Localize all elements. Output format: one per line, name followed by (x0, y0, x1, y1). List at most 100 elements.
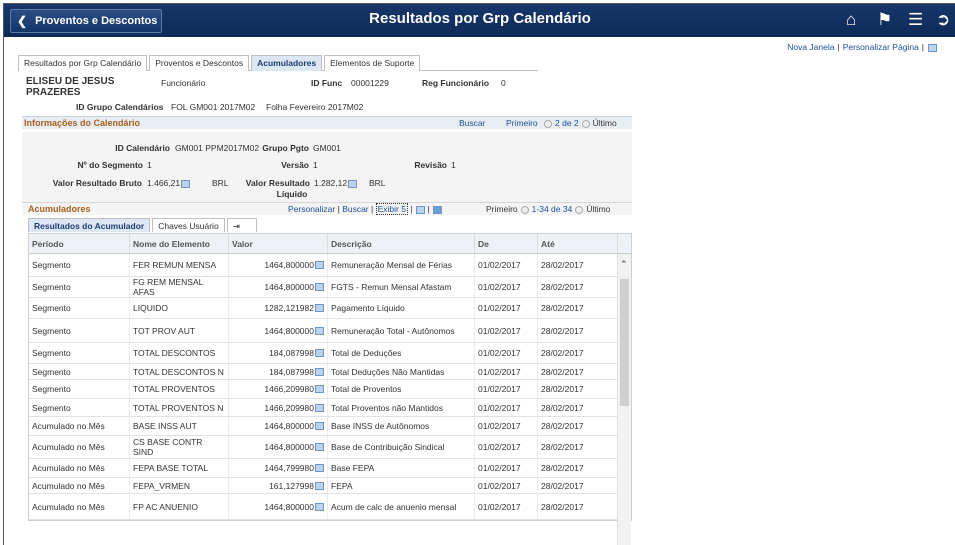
tab-accumulators[interactable]: Acumuladores (251, 55, 323, 71)
home-icon[interactable]: ⌂ (846, 10, 856, 30)
detail-icon[interactable] (315, 422, 324, 430)
detail-icon[interactable] (315, 481, 324, 490)
cell-periodo-text: Acumulado no Mês (32, 463, 105, 473)
detail-icon[interactable] (315, 385, 324, 393)
page-links: Nova Janela | Personalizar Página | (787, 42, 937, 52)
cell-valor: 161,127998 (229, 478, 328, 493)
show-all-columns-icon[interactable]: ⇥ (226, 218, 257, 232)
cell-ate: 28/02/2017 (538, 478, 618, 493)
zoom-icon[interactable] (415, 205, 425, 214)
chevron-up-icon[interactable]: ⌃ (620, 259, 628, 270)
cell-ate-text: 28/02/2017 (541, 384, 584, 394)
detail-icon[interactable] (315, 403, 324, 412)
calendar-search-link[interactable]: Buscar (459, 118, 485, 128)
flag-icon[interactable]: ⚑ (877, 10, 892, 30)
col-ate[interactable]: Até (538, 234, 618, 253)
personalize-link[interactable]: Personalizar (288, 204, 335, 214)
personalize-page-link[interactable]: Personalizar Página (843, 42, 919, 52)
cell-periodo-text: Segmento (32, 325, 71, 336)
cell-de-text: 01/02/2017 (478, 402, 521, 413)
cell-descricao: Acum de calc de anuenio mensal (328, 494, 475, 519)
search-link[interactable]: Buscar (342, 204, 368, 214)
detail-icon[interactable] (315, 283, 324, 291)
scroll-thumb[interactable] (620, 279, 629, 406)
cell-de: 01/02/2017 (475, 364, 538, 379)
next-icon[interactable] (575, 205, 584, 214)
cell-ate: 28/02/2017 (538, 298, 618, 318)
new-window-link[interactable]: Nova Janela (787, 42, 834, 52)
table-row: Segmento FER REMUN MENSA 1464,800000 Remune… (29, 254, 631, 277)
cell-periodo: Acumulado no Mês (29, 494, 130, 519)
col-valor[interactable]: Valor (229, 234, 328, 253)
cell-descricao-text: Total de Deduções (331, 348, 402, 358)
cell-de-text: 01/02/2017 (478, 303, 521, 313)
accum-last-link[interactable]: Último (586, 204, 610, 214)
lookup-icon[interactable] (181, 179, 191, 188)
cell-descricao-text: Pagamento Líquido (331, 303, 405, 313)
cell-ate: 28/02/2017 (538, 343, 618, 363)
tab-results-by-group[interactable]: Resultados por Grp Calendário (18, 55, 148, 71)
cell-descricao-text: Acum de calc de anuenio mensal (331, 501, 457, 512)
cell-de: 01/02/2017 (475, 298, 538, 318)
cell-de-text: 01/02/2017 (478, 282, 521, 292)
cell-ate: 28/02/2017 (538, 417, 618, 435)
prev-icon[interactable] (544, 119, 552, 128)
cell-periodo: Segmento (29, 399, 130, 416)
download-icon[interactable] (432, 205, 442, 214)
cell-periodo: Segmento (29, 254, 130, 276)
cell-ate-text: 28/02/2017 (541, 325, 584, 336)
tab-accumulator-results[interactable]: Resultados do Acumulador (28, 218, 151, 232)
detail-icon[interactable] (315, 326, 324, 335)
cell-nome: BASE INSS AUT (130, 417, 229, 435)
cell-de: 01/02/2017 (475, 343, 538, 363)
detail-icon[interactable] (315, 367, 324, 376)
navbar-icon[interactable]: ➲ (936, 10, 950, 30)
col-periodo[interactable]: Período (29, 234, 130, 253)
tab-earnings-deductions[interactable]: Proventos e Descontos (149, 55, 250, 71)
grid-scrollbar[interactable]: ⌃ (617, 254, 631, 545)
accum-first-link[interactable]: Primeiro (486, 204, 518, 214)
grid-header: Período Nome do Elemento Valor Descrição… (29, 234, 631, 254)
table-row: Acumulado no Mês CS BASE CONTR SIND 1464,8… (29, 436, 631, 459)
cell-de-text: 01/02/2017 (478, 463, 521, 473)
menu-icon[interactable]: ☰ (908, 10, 923, 30)
calendar-last-link[interactable]: Último (593, 118, 617, 128)
grid-icon[interactable] (928, 43, 937, 52)
lookup-icon[interactable] (348, 179, 358, 188)
cell-valor: 184,087998 (229, 343, 328, 363)
cell-ate-text: 28/02/2017 (541, 421, 584, 431)
prev-icon[interactable] (520, 205, 529, 214)
table-row: Segmento TOTAL DESCONTOS N 184,087998 Total… (29, 364, 631, 380)
col-de[interactable]: De (475, 234, 538, 253)
table-row: Acumulado no Mês FP AC ANUENIO 1464,800000… (29, 494, 631, 520)
show-link[interactable]: Exibir 5 (375, 203, 408, 215)
cell-descricao: Total Proventos não Mantidos (328, 399, 475, 416)
next-icon[interactable] (581, 119, 590, 128)
cell-nome: FER REMUN MENSA (130, 254, 229, 276)
col-descricao[interactable]: Descrição (328, 234, 475, 253)
tab-user-keys[interactable]: Chaves Usuário (152, 218, 225, 232)
gross-value: 1.466,21 (147, 178, 181, 188)
cell-periodo-text: Segmento (32, 384, 71, 394)
cell-valor-text: 1464,799980 (264, 463, 314, 473)
table-row: Acumulado no Mês BASE INSS AUT 1464,800000… (29, 417, 631, 436)
col-nome[interactable]: Nome do Elemento (130, 234, 229, 253)
detail-icon[interactable] (315, 443, 324, 451)
detail-icon[interactable] (315, 261, 324, 269)
cell-valor-text: 1464,800000 (264, 501, 314, 512)
net-currency: BRL (369, 178, 386, 188)
cell-descricao-text: Total de Proventos (331, 384, 402, 394)
detail-icon[interactable] (315, 502, 324, 511)
net-label: Valor Resultado (245, 178, 310, 188)
detail-icon[interactable] (315, 464, 324, 472)
tab-support-elements[interactable]: Elementos de Suporte (324, 55, 421, 71)
cell-descricao: Base INSS de Autônomos (328, 417, 475, 435)
cell-descricao: Total de Proventos (328, 380, 475, 398)
detail-icon[interactable] (315, 304, 324, 312)
cell-periodo: Acumulado no Mês (29, 436, 130, 458)
gross-label: Valor Resultado Bruto (52, 178, 142, 188)
calendar-first-link[interactable]: Primeiro (506, 118, 538, 128)
detail-icon[interactable] (315, 349, 324, 357)
cell-nome-text: FEPA BASE TOTAL (133, 463, 208, 473)
employee-role: Funcionário (161, 78, 206, 88)
